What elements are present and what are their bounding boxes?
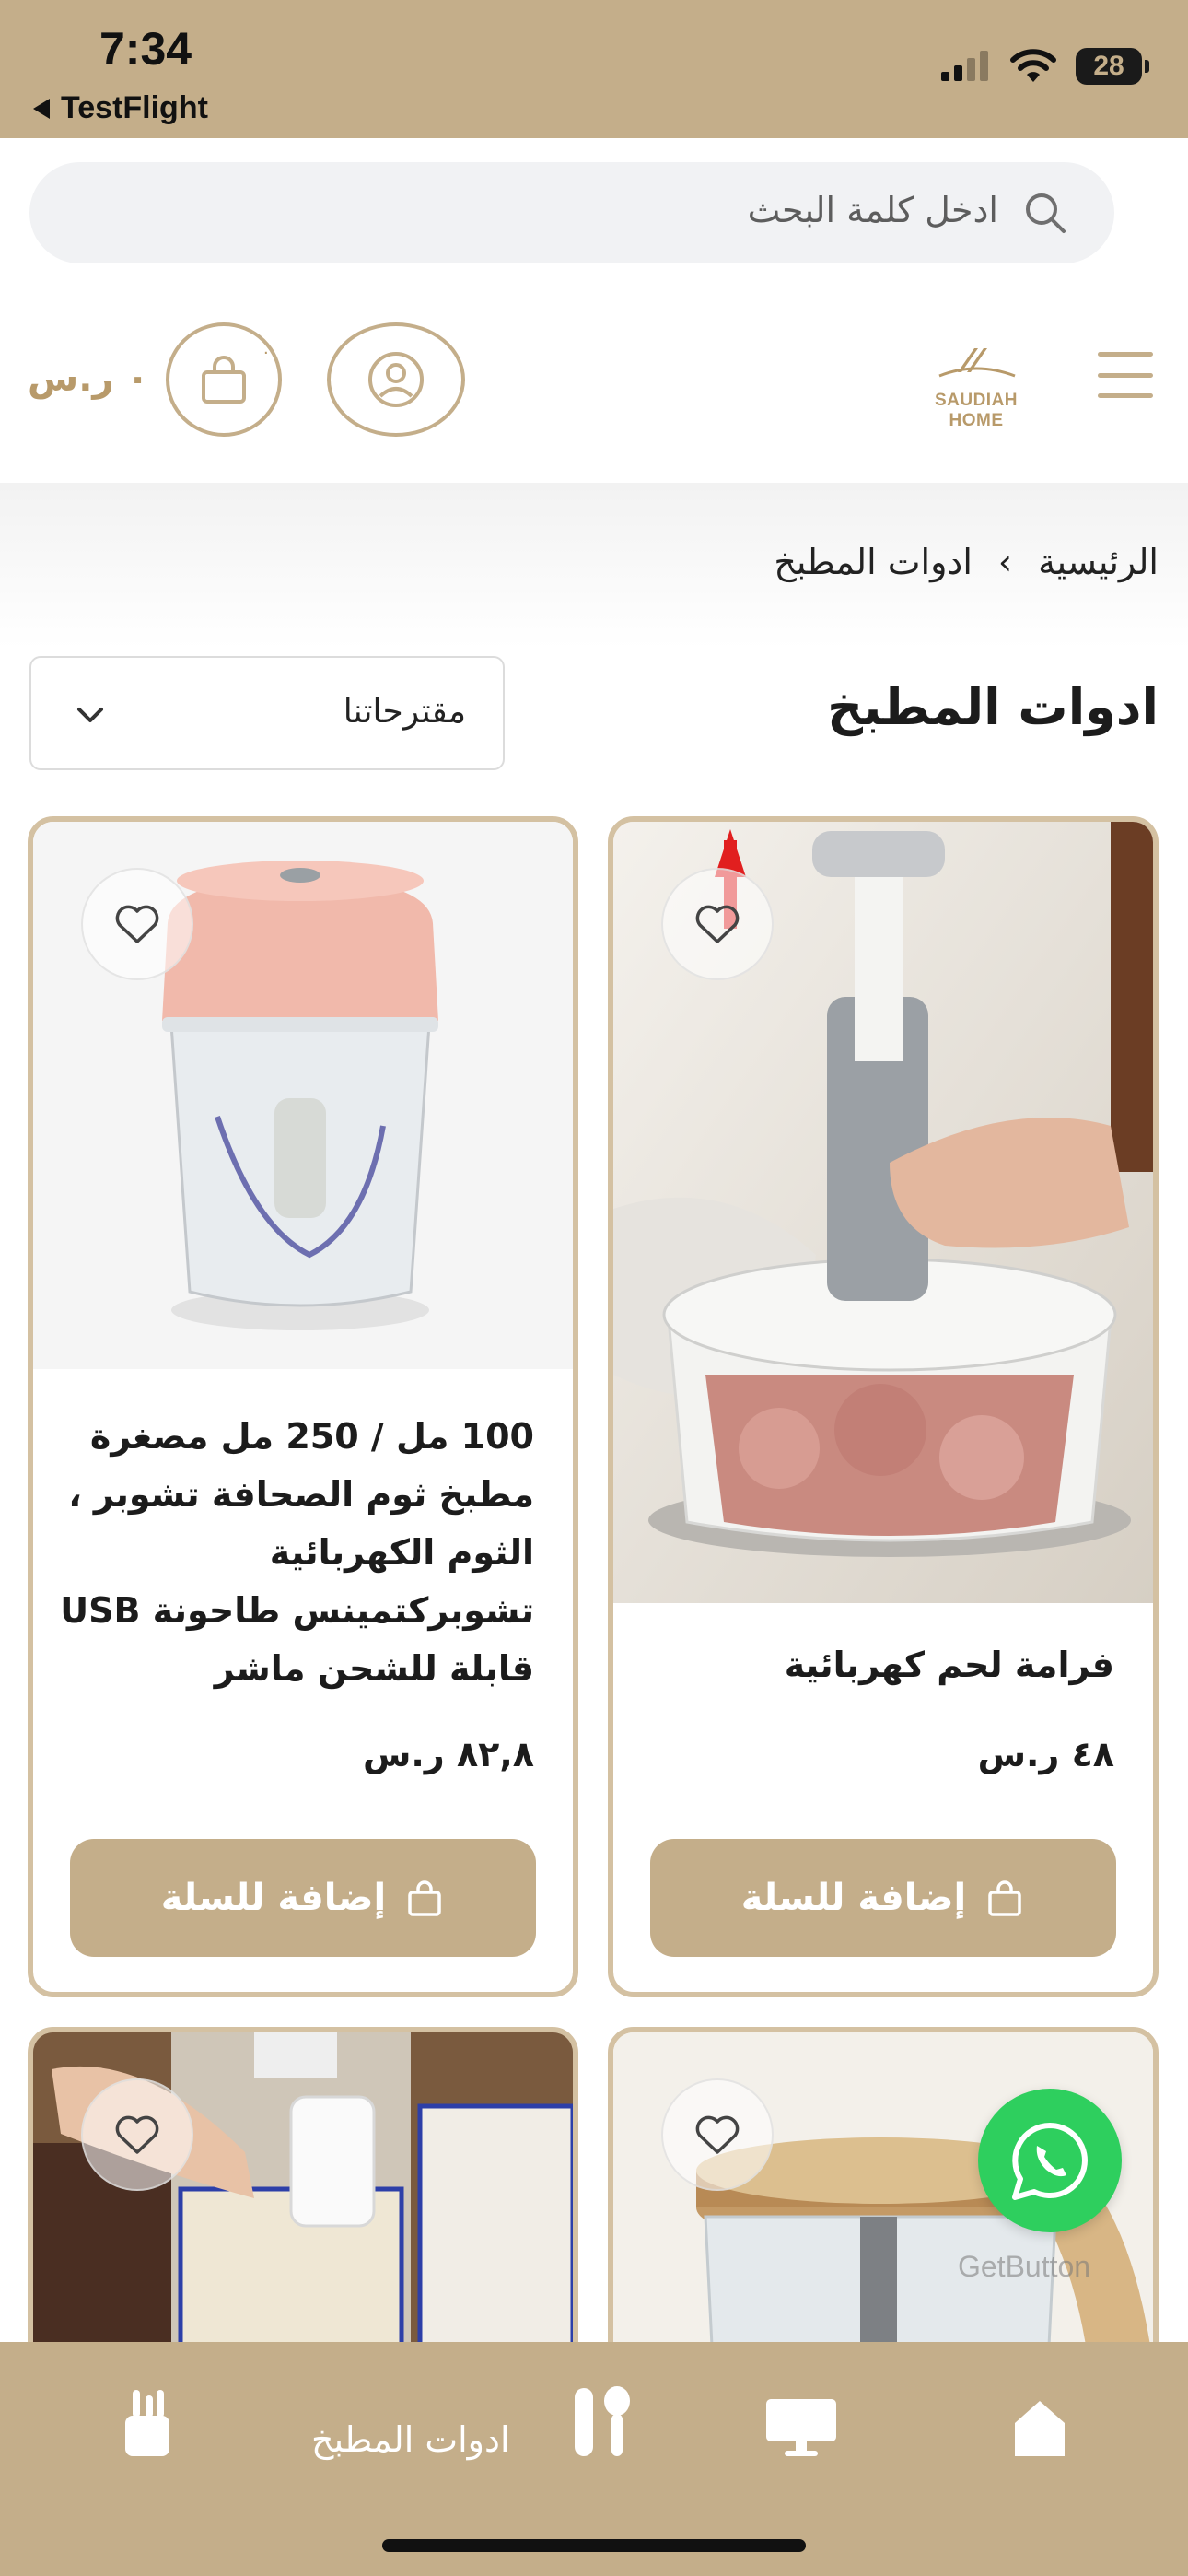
heart-icon xyxy=(695,905,740,943)
nav-electronics-icon[interactable] xyxy=(763,2394,840,2462)
cart-button[interactable] xyxy=(166,322,282,437)
wishlist-button[interactable] xyxy=(81,2078,193,2191)
breadcrumb-current: ادوات المطبخ xyxy=(774,542,973,582)
breadcrumb: الرئيسية › ادوات المطبخ xyxy=(774,542,1159,582)
nav-category-label[interactable]: ادوات المطبخ xyxy=(311,2419,510,2460)
product-price: ٨٢,٨ ر.س xyxy=(363,1734,534,1774)
wifi-icon xyxy=(1010,49,1056,82)
status-icons: 28 xyxy=(939,48,1149,85)
nav-home-icon[interactable] xyxy=(1006,2394,1074,2462)
account-button[interactable] xyxy=(327,322,465,437)
wishlist-button[interactable] xyxy=(661,2078,774,2191)
search-icon xyxy=(1026,193,1066,233)
nav-storage-icon[interactable] xyxy=(120,2384,175,2462)
status-time: 7:34 xyxy=(99,23,192,75)
cart-total: ٠ ر.س xyxy=(28,357,149,400)
whatsapp-icon xyxy=(1012,2123,1088,2200)
signal-icon xyxy=(941,51,988,81)
breadcrumb-home[interactable]: الرئيسية xyxy=(1038,542,1159,582)
product-card[interactable] xyxy=(28,2027,578,2395)
product-card[interactable]: 100 مل / 250 مل مصغرة مطبخ ثوم الصحافة ت… xyxy=(28,816,578,1997)
search-input[interactable]: ادخل كلمة البحث xyxy=(29,162,1114,263)
shopping-bag-icon xyxy=(202,356,246,404)
shopping-bag-icon xyxy=(408,1880,441,1916)
status-bar: 7:34 TestFlight 28 xyxy=(0,0,1188,138)
site-header: SAUDIAH HOME ٠ ٠ ر.س xyxy=(0,304,1188,488)
menu-icon[interactable] xyxy=(1098,352,1153,398)
back-arrow-icon xyxy=(33,98,50,119)
add-to-cart-button[interactable]: إضافة للسلة xyxy=(70,1839,536,1957)
bottom-nav: ادوات المطبخ xyxy=(0,2342,1188,2576)
heart-icon xyxy=(115,905,159,943)
back-to-testflight[interactable]: TestFlight xyxy=(33,90,208,126)
sort-select[interactable]: مقترحاتنا xyxy=(29,656,505,770)
logo-text: SAUDIAH HOME xyxy=(934,391,1019,430)
wishlist-button[interactable] xyxy=(81,868,193,980)
add-to-cart-button[interactable]: إضافة للسلة xyxy=(650,1839,1116,1957)
battery-icon: 28 xyxy=(1076,48,1149,85)
product-name[interactable]: 100 مل / 250 مل مصغرة مطبخ ثوم الصحافة ت… xyxy=(55,1408,534,1698)
user-icon xyxy=(368,352,424,407)
page-title: ادوات المطبخ xyxy=(827,678,1159,736)
product-price: ٤٨ ر.س xyxy=(977,1734,1114,1774)
whatsapp-button[interactable] xyxy=(978,2089,1122,2232)
back-app-label: TestFlight xyxy=(61,90,208,125)
chevron-left-icon: › xyxy=(997,542,1013,582)
chevron-down-icon xyxy=(77,708,103,722)
product-name[interactable]: فرامة لحم كهربائية xyxy=(635,1636,1114,1694)
logo-mark-icon xyxy=(938,348,1016,378)
search-placeholder: ادخل كلمة البحث xyxy=(747,190,998,230)
heart-icon xyxy=(695,2115,740,2154)
add-to-cart-label: إضافة للسلة xyxy=(160,1877,387,1919)
heart-icon xyxy=(115,2115,159,2154)
wishlist-button[interactable] xyxy=(661,868,774,980)
cart-count-badge: ٠ xyxy=(262,343,271,362)
product-card[interactable]: فرامة لحم كهربائية ٤٨ ر.س إضافة للسلة xyxy=(608,816,1159,1997)
nav-kitchen-tools-icon[interactable] xyxy=(569,2381,639,2460)
home-indicator xyxy=(382,2539,806,2552)
shopping-bag-icon xyxy=(988,1880,1021,1916)
getbutton-label: GetButton xyxy=(958,2250,1091,2283)
add-to-cart-label: إضافة للسلة xyxy=(740,1877,967,1919)
sort-selected-value: مقترحاتنا xyxy=(343,693,466,731)
site-logo[interactable]: SAUDIAH HOME xyxy=(907,339,1045,430)
